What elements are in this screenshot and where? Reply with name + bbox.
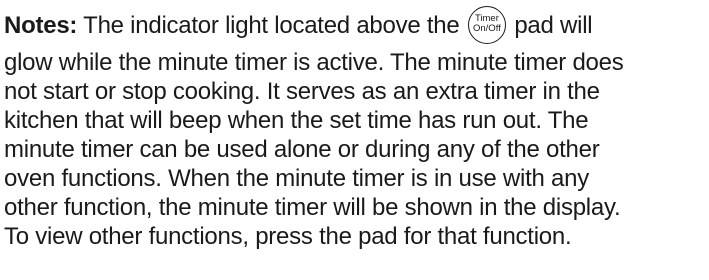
timer-on-off-pad-icon: Timer On/Off <box>467 5 506 44</box>
notes-line: oven functions. When the minute timer is… <box>4 165 589 192</box>
pad-icon-bottom-text: On/Off <box>473 22 501 34</box>
notes-intro-tail: pad will <box>507 12 593 39</box>
notes-body: glow while the minute timer is active. T… <box>4 48 709 251</box>
notes-label: Notes: <box>4 12 78 39</box>
notes-line: other function, the minute timer will be… <box>4 194 621 221</box>
notes-line: glow while the minute timer is active. T… <box>4 49 624 76</box>
notes-intro-text: The indicator light located above the <box>77 12 466 39</box>
notes-line: To view other functions, press the pad f… <box>4 223 572 250</box>
notes-paragraph: Notes: The indicator light located above… <box>4 4 709 251</box>
notes-line: not start or stop cooking. It serves as … <box>4 78 600 105</box>
notes-first-line: Notes: The indicator light located above… <box>4 4 709 48</box>
notes-line: kitchen that will beep when the set time… <box>4 107 589 134</box>
notes-line: minute timer can be used alone or during… <box>4 136 600 163</box>
